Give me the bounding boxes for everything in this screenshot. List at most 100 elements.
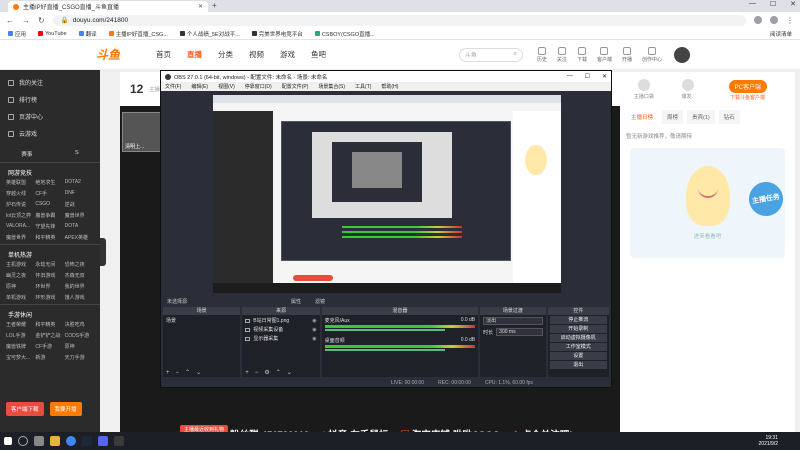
move-down-icon[interactable]: ⌄ [287,369,292,376]
category-link[interactable]: 宝可梦大... [6,354,35,361]
tab-vip[interactable]: 贵宾(1) [687,110,715,124]
bookmark-douyu[interactable]: 主播IP好直播_CSG... [108,30,168,38]
tab-close-icon[interactable]: ✕ [198,3,203,10]
bookmark-perfect[interactable]: 完美世界电竞平台 [251,30,303,38]
category-link[interactable]: 王者荣耀 [6,321,35,328]
category-link[interactable]: VALORA... [6,223,35,230]
category-link[interactable]: 杰森无双 [65,272,94,279]
obs-menu-edit[interactable]: 编辑(E) [191,83,208,90]
start-recording-button[interactable]: 开始录制 [549,325,607,333]
task-view-icon[interactable] [34,436,44,446]
category-link[interactable]: 魔兽争霸 [35,212,64,219]
category-link[interactable]: 主机游戏 [6,261,35,268]
obs-menu-docks[interactable]: 停靠窗口(D) [245,83,272,90]
user-avatar[interactable] [674,46,690,63]
sidebar-item-cloudgame[interactable]: 云游戏 [0,125,100,142]
studio-mode-button[interactable]: 工作室模式 [549,343,607,351]
sidebar-item-s[interactable]: S [75,150,79,158]
bookmark-youtube[interactable]: YouTube [38,31,67,37]
close-window-icon[interactable]: ✕ [790,0,796,8]
category-link[interactable]: 永劫无间 [35,261,64,268]
follow-icon[interactable]: 关注 [557,46,567,63]
minimize-icon[interactable]: — [749,0,756,8]
nav-category[interactable]: 分类 [218,49,233,60]
taskbar-search-icon[interactable] [18,436,28,446]
client-download-button[interactable]: 客户端下载 [6,402,44,416]
category-link[interactable]: 逆战 [65,201,94,208]
category-link[interactable]: DOTA [65,223,94,230]
tab-daily-rank[interactable]: 主播日榜 [626,110,659,124]
search-icon[interactable]: ⌕ [514,51,517,58]
remove-source-icon[interactable]: − [255,370,259,376]
obs-minimize-icon[interactable]: — [567,73,573,80]
explorer-icon[interactable] [50,436,60,446]
category-link[interactable]: 炉石传说 [6,201,35,208]
obs-menu-help[interactable]: 帮助(H) [381,83,398,90]
taskbar-clock[interactable]: 19:31 2021/9/2 [759,435,800,447]
category-link[interactable]: 英雄联盟 [6,179,35,186]
category-link[interactable]: 决胜吃鸡 [65,321,94,328]
category-link[interactable]: 和平精英 [35,234,64,241]
obs-menu-profile[interactable]: 配置文件(P) [282,83,309,90]
category-link[interactable]: 饿人游戏 [65,294,94,301]
nav-fishbar[interactable]: 鱼吧 [311,49,326,60]
filters-button[interactable]: 滤镜 [315,298,325,305]
category-link[interactable]: 魔兽世界 [65,212,94,219]
sidebar-item-webgame[interactable]: 页游中心 [0,108,100,125]
tab-diamond[interactable]: 钻石 [718,110,740,124]
bookmark-apps[interactable]: 应用 [8,30,26,38]
tab-weekly-rank[interactable]: 周榜 [662,110,684,124]
scene-item[interactable]: 场景 [166,317,237,324]
history-icon[interactable]: 历史 [537,46,547,63]
profile-icon[interactable] [770,16,778,24]
transition-select[interactable]: 淡出 [483,317,543,325]
creator-center-icon[interactable]: 创作中心 [642,46,662,63]
sidebar-item-rank[interactable]: 排行榜 [0,91,100,108]
settings-button[interactable]: 设置 [549,352,607,360]
url-field[interactable]: 🔒 douyu.com/241800 [52,14,746,26]
app-icon[interactable] [98,436,108,446]
maximize-icon[interactable]: ☐ [770,0,776,8]
nav-game[interactable]: 游戏 [280,49,295,60]
category-link[interactable]: 天刀手游 [65,354,94,361]
category-link[interactable]: CF手游 [35,343,64,350]
move-up-icon[interactable]: ⌃ [276,369,281,376]
remove-scene-icon[interactable]: − [176,370,180,376]
download-icon[interactable]: 下载 [577,46,587,63]
category-link[interactable]: 金铲铲之战 [35,332,64,339]
source-item[interactable]: 显示器采集 ◉ [245,335,317,342]
steam-icon[interactable] [82,436,92,446]
category-link[interactable]: 魔兽铁牌 [6,343,35,350]
properties-button[interactable]: 属性 [291,298,301,305]
extension-icon[interactable] [754,16,762,24]
sidebar-item-esports[interactable]: 赛事 [21,150,32,158]
add-scene-icon[interactable]: + [166,370,170,376]
category-link[interactable]: 绝地求生 [35,179,64,186]
source-settings-icon[interactable]: ⚙ [264,369,269,376]
add-source-icon[interactable]: + [245,370,249,376]
stop-streaming-button[interactable]: 停止推流 [549,316,607,324]
obs-menu-file[interactable]: 文件(F) [165,83,181,90]
category-link[interactable]: 原神 [65,343,94,350]
forward-icon[interactable]: → [22,16,30,25]
category-link[interactable]: 魔兽世界 [6,234,35,241]
virtual-camera-button[interactable]: 启动虚拟摄像机 [549,334,607,342]
category-link[interactable]: 恐怖之夜 [65,261,94,268]
new-tab-icon[interactable]: + [212,1,217,10]
obs-taskbar-icon[interactable] [114,436,124,446]
category-link[interactable]: 单机游戏 [6,294,35,301]
pc-client-button[interactable]: PC客户端 [728,80,767,93]
category-link[interactable]: 幽灵之夜 [6,272,35,279]
start-live-button[interactable]: 我要开播 [49,402,82,416]
browser-tab[interactable]: 主播IP好直播_CSGO直播_斗鱼直播 ✕ [8,1,208,12]
visibility-icon[interactable]: ◉ [312,318,316,324]
nav-live[interactable]: 直播 [187,49,202,60]
windows-start-icon[interactable] [4,437,12,445]
category-link[interactable]: CSGO [35,201,64,208]
obs-menu-view[interactable]: 视图(V) [218,83,235,90]
nav-home[interactable]: 首页 [156,49,171,60]
category-link[interactable]: CODS手游 [65,332,94,339]
obs-menu-scene-collection[interactable]: 场景集合(S) [318,83,345,90]
douyu-logo[interactable]: 斗鱼 [96,46,144,63]
category-link[interactable]: 我的世界 [65,283,94,290]
